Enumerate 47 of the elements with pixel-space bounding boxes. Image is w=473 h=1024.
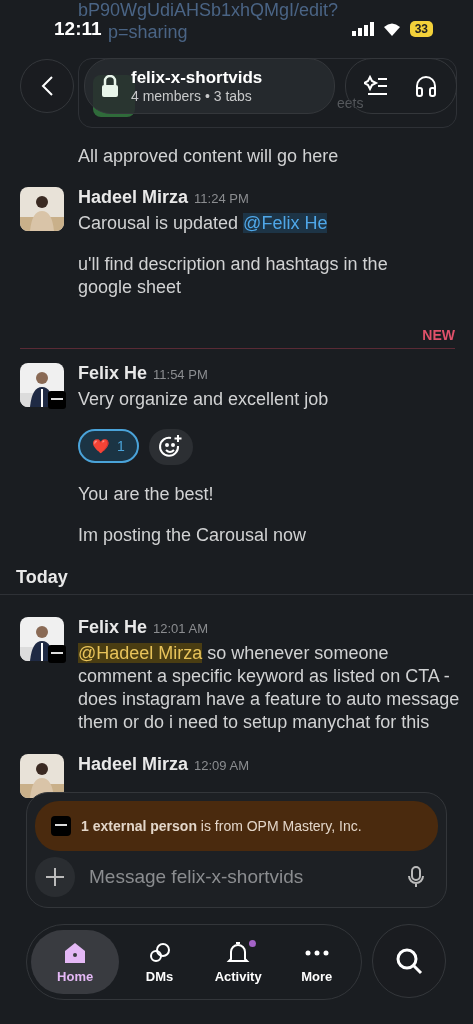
message-text: u'll find description and hashtags in the google sheet bbox=[78, 253, 389, 299]
tab-bar-item[interactable]: Activity bbox=[199, 930, 277, 994]
channel-name: felix-x-shortvids bbox=[131, 68, 263, 88]
card-text: eets bbox=[337, 95, 364, 111]
tab-bar-item[interactable]: DMs bbox=[121, 930, 198, 994]
lock-icon bbox=[101, 75, 119, 97]
author-name[interactable]: Felix He bbox=[78, 617, 148, 638]
author-name[interactable]: Felix He bbox=[78, 363, 148, 384]
day-heading: Today bbox=[16, 567, 68, 587]
message-text: Carousal is updated @Felix He bbox=[78, 212, 329, 235]
battery-indicator: 33 bbox=[409, 21, 433, 37]
tab-bar-item[interactable]: More bbox=[278, 930, 355, 994]
message-text: You are the best! bbox=[78, 483, 215, 506]
more-icon bbox=[304, 949, 329, 956]
message-text: Very organize and excellent job bbox=[78, 388, 330, 411]
signal-icon bbox=[351, 22, 374, 36]
message-time: 12:01 AM bbox=[153, 621, 208, 636]
plus-icon bbox=[45, 867, 65, 887]
author-name[interactable]: Hadeel Mirza bbox=[78, 187, 189, 208]
message-time: 12:09 AM bbox=[194, 758, 249, 773]
channel-header[interactable]: felix-x-shortvids 4 members • 3 tabs bbox=[84, 58, 335, 114]
new-messages-label: NEW bbox=[422, 327, 455, 343]
reaction-chip[interactable]: ❤ 1 bbox=[78, 429, 139, 463]
link-text: bP90WgUdiAHSb1xhQMgI/edit? bbox=[78, 0, 339, 21]
message-text: All approved content will go here bbox=[77, 146, 340, 168]
microphone-icon[interactable] bbox=[408, 866, 424, 888]
headphones-icon[interactable] bbox=[414, 75, 438, 97]
status-time: 12:11 bbox=[54, 18, 102, 40]
message-time: 11:54 PM bbox=[153, 367, 208, 382]
tab-bar-item[interactable]: Home bbox=[31, 930, 120, 994]
message-time: 11:24 PM bbox=[194, 191, 249, 206]
add-reaction-button[interactable] bbox=[148, 429, 193, 465]
search-icon bbox=[395, 947, 423, 975]
sparkle-list-icon[interactable] bbox=[364, 75, 388, 97]
logo-icon bbox=[51, 816, 71, 836]
add-emoji-icon bbox=[157, 434, 184, 460]
back-chevron-icon bbox=[40, 75, 54, 97]
banner-text: 1 external person is from OPM Mastery, Inc. bbox=[81, 818, 362, 834]
message-text: Im posting the Carousal now bbox=[78, 524, 308, 547]
channel-subtitle: 4 members • 3 tabs bbox=[131, 88, 253, 104]
add-button[interactable] bbox=[35, 857, 75, 897]
message-text: @Hadeel Mirza so whenever someone comment a specific keyword as listed on CTA - does instagram have a feature to auto message them or do i need to setup manychat for this bbox=[78, 642, 461, 734]
message-input[interactable]: Message felix-x-shortvids bbox=[87, 865, 396, 889]
author-name[interactable]: Hadeel Mirza bbox=[78, 754, 189, 775]
bell-icon bbox=[225, 940, 252, 965]
wifi-icon bbox=[381, 22, 402, 36]
link-text: p=sharing bbox=[108, 22, 188, 43]
